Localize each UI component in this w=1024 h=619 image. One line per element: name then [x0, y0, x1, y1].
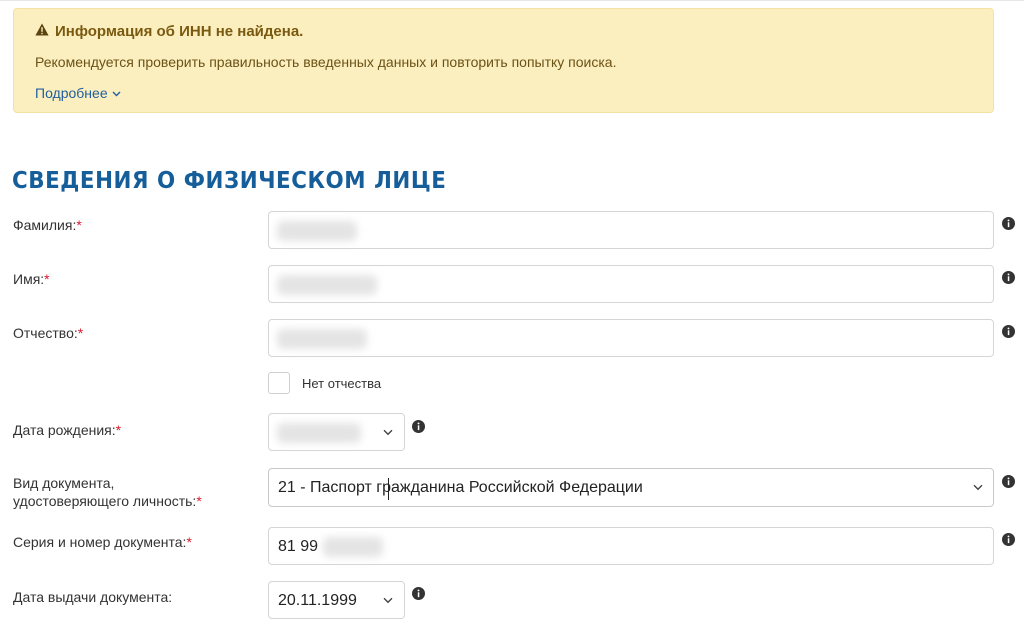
doc-number-label: Серия и номер документа:* [13, 534, 192, 550]
no-patronymic-checkbox[interactable] [268, 372, 290, 394]
alert-message: Рекомендуется проверить правильность вве… [35, 54, 617, 70]
doc-issue-date-label: Дата выдачи документа: [13, 589, 173, 605]
required-mark: * [77, 325, 84, 341]
info-icon[interactable] [412, 420, 425, 433]
redacted-value [277, 423, 361, 443]
required-mark: * [115, 422, 122, 438]
info-icon[interactable] [1002, 271, 1015, 284]
required-mark: * [76, 217, 82, 233]
info-icon[interactable] [412, 587, 425, 600]
doc-type-label: Вид документа, удостоверяющего личность:… [13, 475, 202, 509]
chevron-down-icon [112, 91, 121, 97]
chevron-down-icon [383, 429, 393, 436]
patronymic-input[interactable] [268, 319, 994, 357]
required-mark: * [186, 534, 192, 550]
lastname-label: Фамилия:* [13, 217, 82, 233]
doc-issue-date-select[interactable]: 20.11.1999 [268, 581, 405, 619]
warning-icon [35, 23, 49, 39]
info-icon[interactable] [1002, 325, 1015, 338]
birthdate-label: Дата рождения:* [13, 422, 122, 438]
chevron-down-icon [383, 597, 393, 604]
alert-title: Информация об ИНН не найдена. [35, 23, 303, 40]
firstname-label: Имя:* [13, 271, 50, 287]
redacted-value [277, 221, 357, 241]
redacted-value [323, 537, 383, 557]
doc-type-value: 21 - Паспорт гражданина Российской Федер… [278, 479, 643, 496]
required-mark: * [196, 493, 202, 509]
lastname-input[interactable] [268, 211, 994, 249]
info-icon[interactable] [1002, 533, 1015, 546]
redacted-value [277, 329, 367, 349]
info-icon[interactable] [1002, 475, 1015, 488]
required-mark: * [44, 271, 50, 287]
redacted-value [277, 275, 377, 295]
info-icon[interactable] [1002, 217, 1015, 230]
doc-number-value: 81 99 [278, 538, 319, 555]
firstname-input[interactable] [268, 265, 994, 303]
section-title: СВЕДЕНИЯ О ФИЗИЧЕСКОМ ЛИЦЕ [12, 168, 447, 194]
more-details-link[interactable]: Подробнее [35, 85, 121, 101]
text-cursor [388, 478, 389, 500]
doc-number-input[interactable]: 81 99 [268, 527, 994, 565]
doc-issue-date-value: 20.11.1999 [278, 592, 357, 609]
no-patronymic-label: Нет отчества [302, 376, 382, 391]
chevron-down-icon [973, 484, 983, 491]
doc-type-select[interactable]: 21 - Паспорт гражданина Российской Федер… [268, 468, 994, 507]
alert-title-text: Информация об ИНН не найдена. [55, 23, 304, 40]
patronymic-label: Отчество:* [13, 325, 84, 341]
more-details-label: Подробнее [35, 85, 108, 101]
top-border [0, 0, 1024, 1]
inn-not-found-alert: Информация об ИНН не найдена. Рекомендуе… [13, 8, 994, 113]
birthdate-select[interactable] [268, 413, 405, 451]
